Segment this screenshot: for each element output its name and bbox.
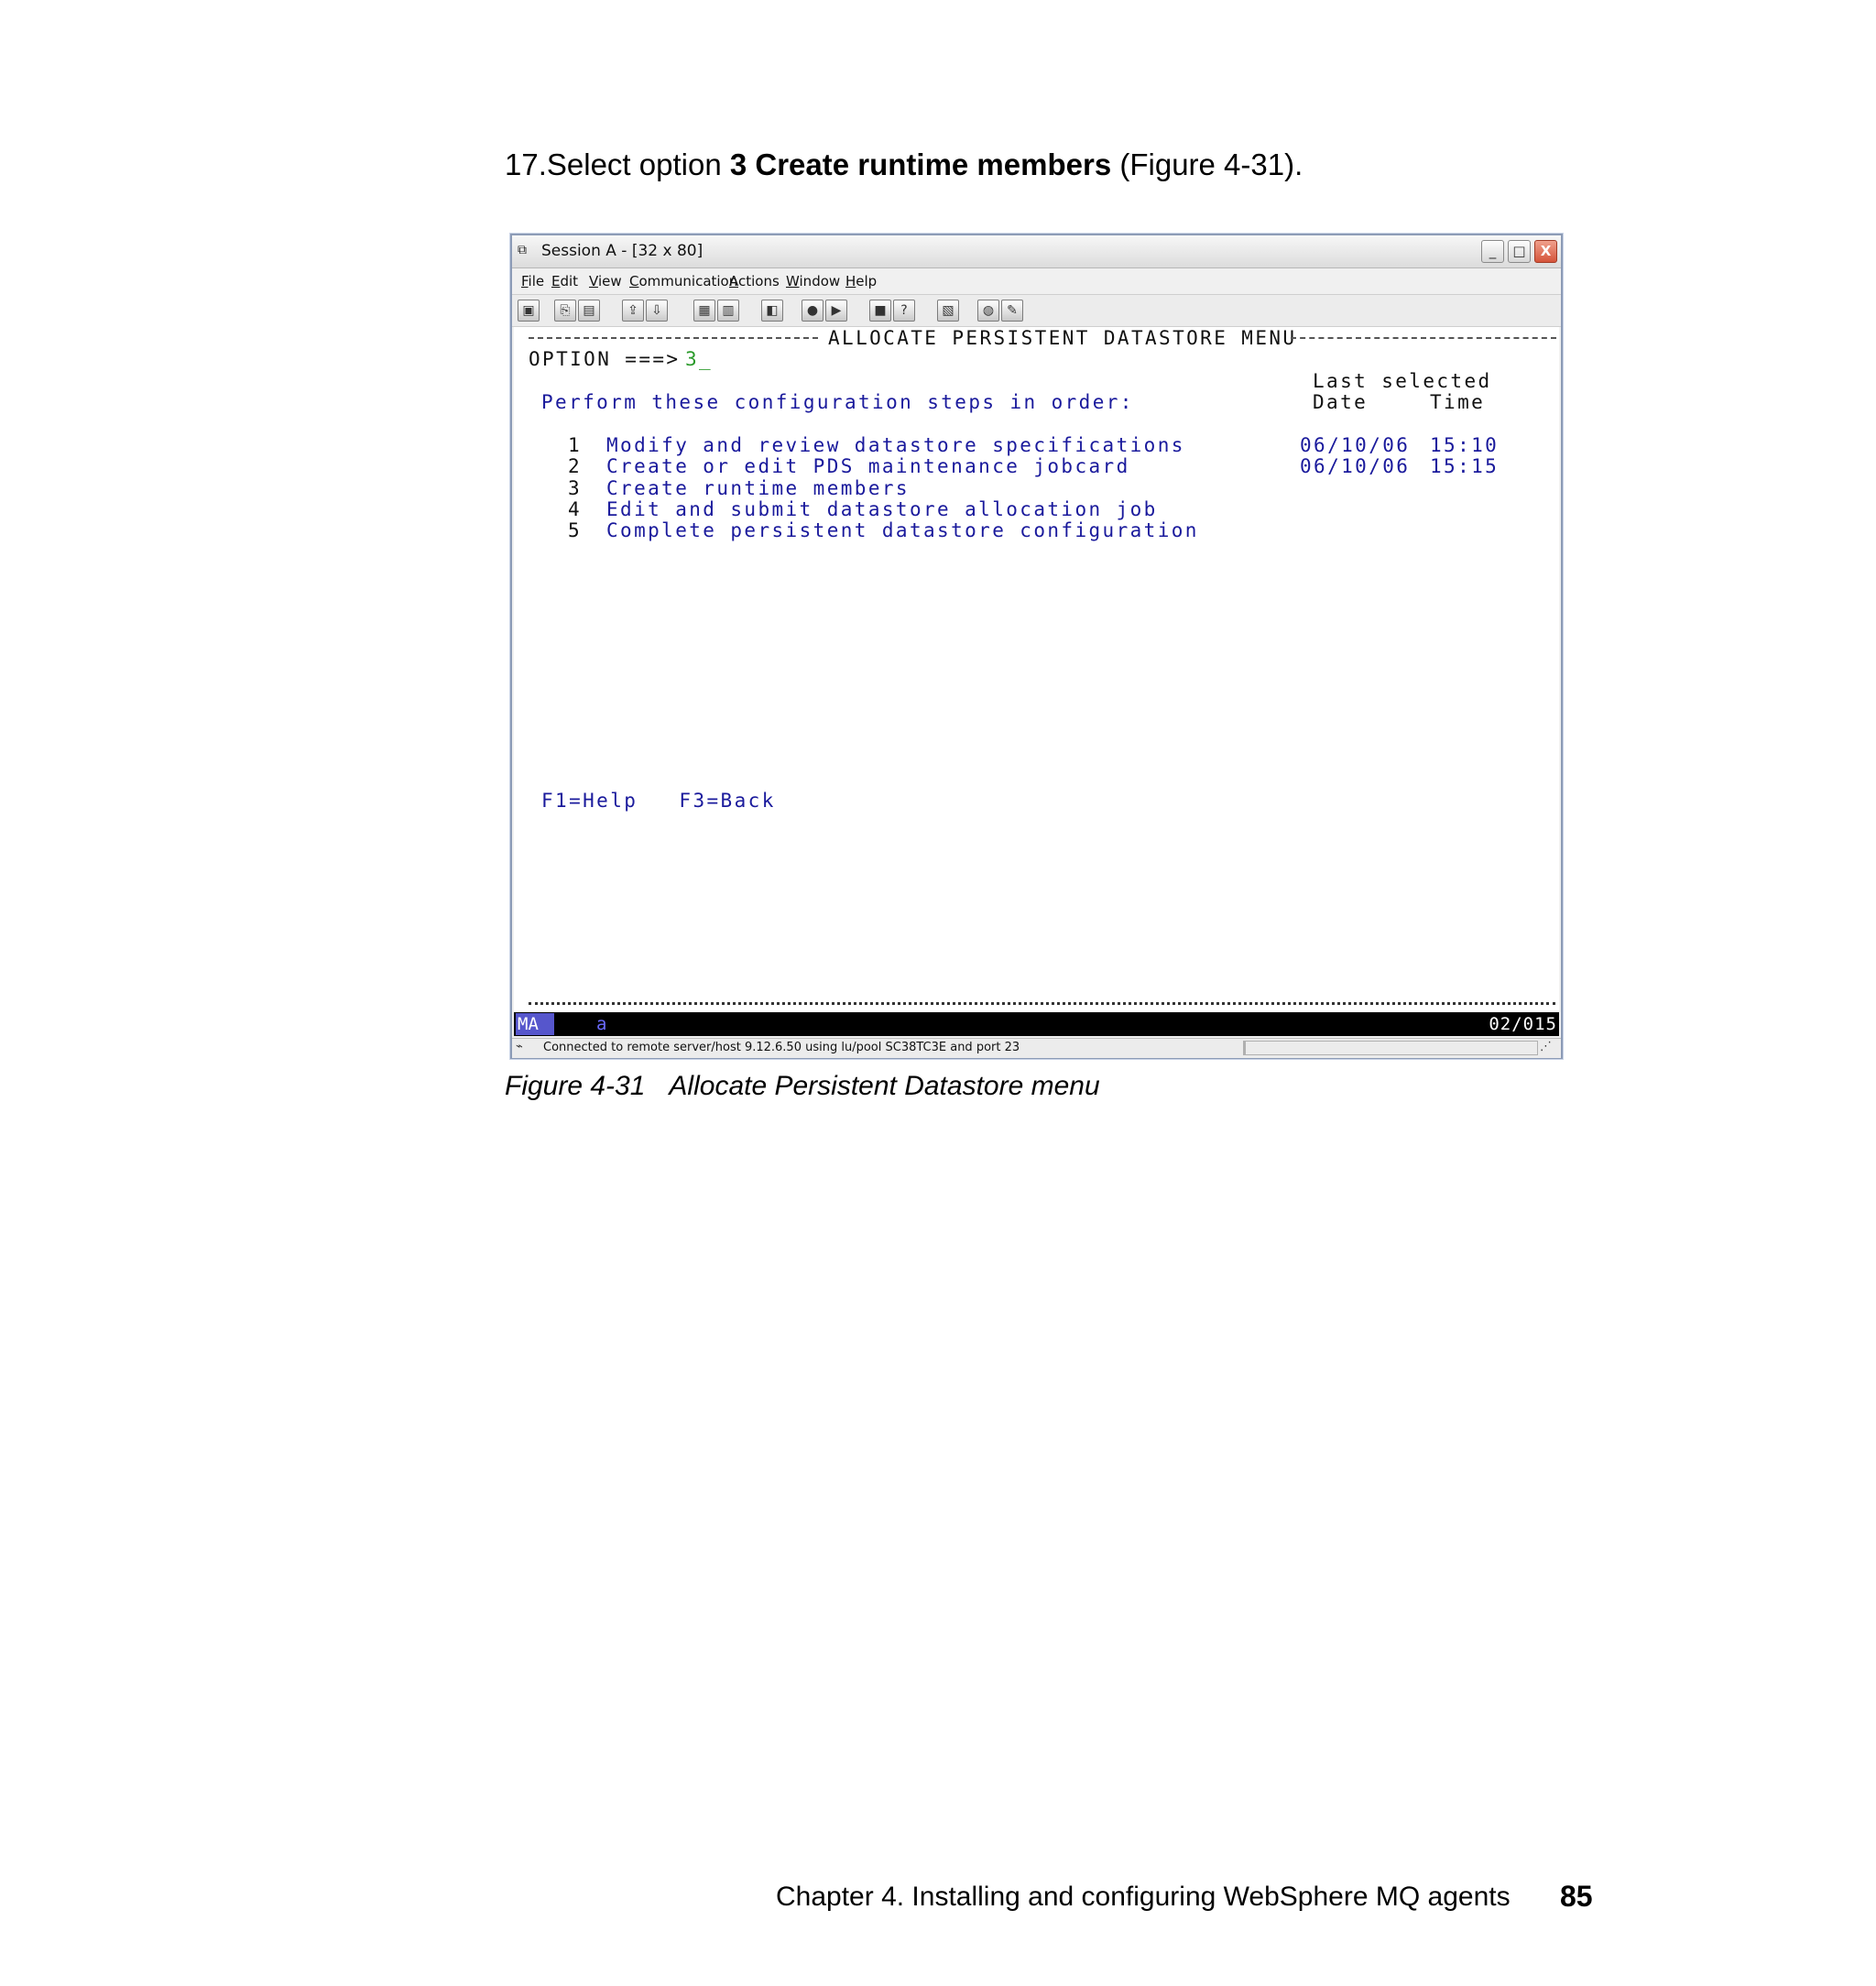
instruction-text: Perform these configuration steps in ord…: [541, 391, 1134, 413]
edit-icon[interactable]: ✎: [1001, 300, 1023, 322]
item-number: 1: [568, 434, 583, 456]
figure-caption: Figure 4-31 Allocate Persistent Datastore…: [505, 1070, 1100, 1103]
session-app-icon: ⧉: [518, 243, 527, 257]
menu-option-2[interactable]: Create or edit PDS maintenance jobcard: [606, 455, 1130, 477]
last-selected-label: Last selected: [1313, 370, 1492, 392]
oia-mode: a: [596, 1014, 607, 1034]
step-text-suffix: (Figure 4-31).: [1111, 147, 1303, 181]
item-number: 5: [568, 519, 583, 541]
item-time: 15:15: [1430, 455, 1500, 477]
page-number: 85: [1560, 1880, 1593, 1913]
resize-grip-icon[interactable]: ⋰: [1540, 1040, 1552, 1053]
time-header: Time: [1430, 391, 1486, 413]
globe-icon[interactable]: ◍: [977, 300, 999, 322]
item-date: 06/10/06: [1300, 455, 1411, 477]
step-number: 17.: [505, 147, 547, 181]
display-icon[interactable]: ▦: [693, 300, 715, 322]
menu-window[interactable]: Window: [786, 273, 840, 289]
menu-help[interactable]: Help: [845, 273, 877, 289]
item-time: 15:10: [1430, 434, 1500, 456]
color-icon[interactable]: ◧: [761, 300, 783, 322]
minimize-button[interactable]: _: [1481, 240, 1504, 263]
menu-option-4[interactable]: Edit and submit datastore allocation job: [606, 498, 1158, 520]
menu-bar: File Edit View Communication Actions Win…: [512, 268, 1561, 295]
screen-bottom-dots: [529, 1002, 1555, 1005]
print-screen-icon[interactable]: ▣: [518, 300, 540, 322]
chapter-footer: Chapter 4. Installing and configuring We…: [776, 1882, 1511, 1912]
status-bar: ⌁ Connected to remote server/host 9.12.6…: [512, 1038, 1561, 1058]
cursor-position: 02/015: [1489, 1014, 1557, 1034]
send-file-icon[interactable]: ⇪: [622, 300, 644, 322]
operator-info-area: MA a 02/015: [514, 1012, 1559, 1036]
status-pane: [1245, 1041, 1538, 1055]
paste-icon[interactable]: ▤: [578, 300, 600, 322]
menu-heading: ALLOCATE PERSISTENT DATASTORE MENU: [828, 327, 1297, 349]
item-date: 06/10/06: [1300, 434, 1411, 456]
heading-rule-right: [1291, 337, 1556, 339]
keypad-icon[interactable]: ▥: [717, 300, 739, 322]
map-icon[interactable]: ▧: [937, 300, 959, 322]
menu-option-5[interactable]: Complete persistent datastore configurat…: [606, 519, 1199, 541]
option-input[interactable]: 3_: [685, 348, 713, 370]
menu-actions[interactable]: Actions: [729, 273, 780, 289]
macro-stop-icon[interactable]: ■: [869, 300, 891, 322]
menu-communication[interactable]: Communication: [629, 273, 737, 289]
macro-record-icon[interactable]: ●: [802, 300, 823, 322]
function-keys: F1=Help F3=Back: [541, 790, 776, 812]
item-number: 3: [568, 477, 583, 499]
menu-option-3[interactable]: Create runtime members: [606, 477, 910, 499]
receive-file-icon[interactable]: ⇩: [646, 300, 668, 322]
macro-play-icon[interactable]: ▶: [825, 300, 847, 322]
menu-view[interactable]: View: [589, 273, 622, 289]
figure-title: Allocate Persistent Datastore menu: [669, 1071, 1100, 1101]
toolbar: ▣ ⎘ ▤ ⇪ ⇩ ▦ ▥ ◧ ● ▶ ■ ? ▧ ◍ ✎: [512, 295, 1561, 327]
maximize-button[interactable]: □: [1508, 240, 1531, 263]
connection-status: Connected to remote server/host 9.12.6.5…: [543, 1041, 1020, 1054]
option-prompt: OPTION ===>: [529, 348, 681, 370]
menu-edit[interactable]: Edit: [551, 273, 578, 289]
close-button[interactable]: X: [1534, 240, 1557, 263]
window-title: Session A - [32 x 80]: [541, 242, 704, 260]
terminal-window: ⧉ Session A - [32 x 80] _ □ X File Edit …: [510, 234, 1563, 1059]
step-option-bold: 3 Create runtime members: [729, 147, 1112, 181]
oia-indicator: MA: [516, 1013, 554, 1035]
help-icon[interactable]: ?: [893, 300, 915, 322]
item-number: 2: [568, 455, 583, 477]
terminal-screen[interactable]: ALLOCATE PERSISTENT DATASTORE MENU OPTIO…: [514, 327, 1559, 1012]
connection-icon: ⌁: [516, 1040, 523, 1053]
date-header: Date: [1313, 391, 1369, 413]
copy-icon[interactable]: ⎘: [554, 300, 576, 322]
menu-option-1[interactable]: Modify and review datastore specificatio…: [606, 434, 1185, 456]
heading-rule-left: [529, 337, 818, 339]
title-bar[interactable]: ⧉ Session A - [32 x 80] _ □ X: [512, 235, 1561, 268]
figure-label: Figure 4-31: [505, 1071, 646, 1101]
step-instruction: 17.Select option 3 Create runtime member…: [505, 147, 1303, 183]
menu-file[interactable]: File: [521, 273, 544, 289]
step-text-prefix: Select option: [546, 147, 730, 181]
item-number: 4: [568, 498, 583, 520]
